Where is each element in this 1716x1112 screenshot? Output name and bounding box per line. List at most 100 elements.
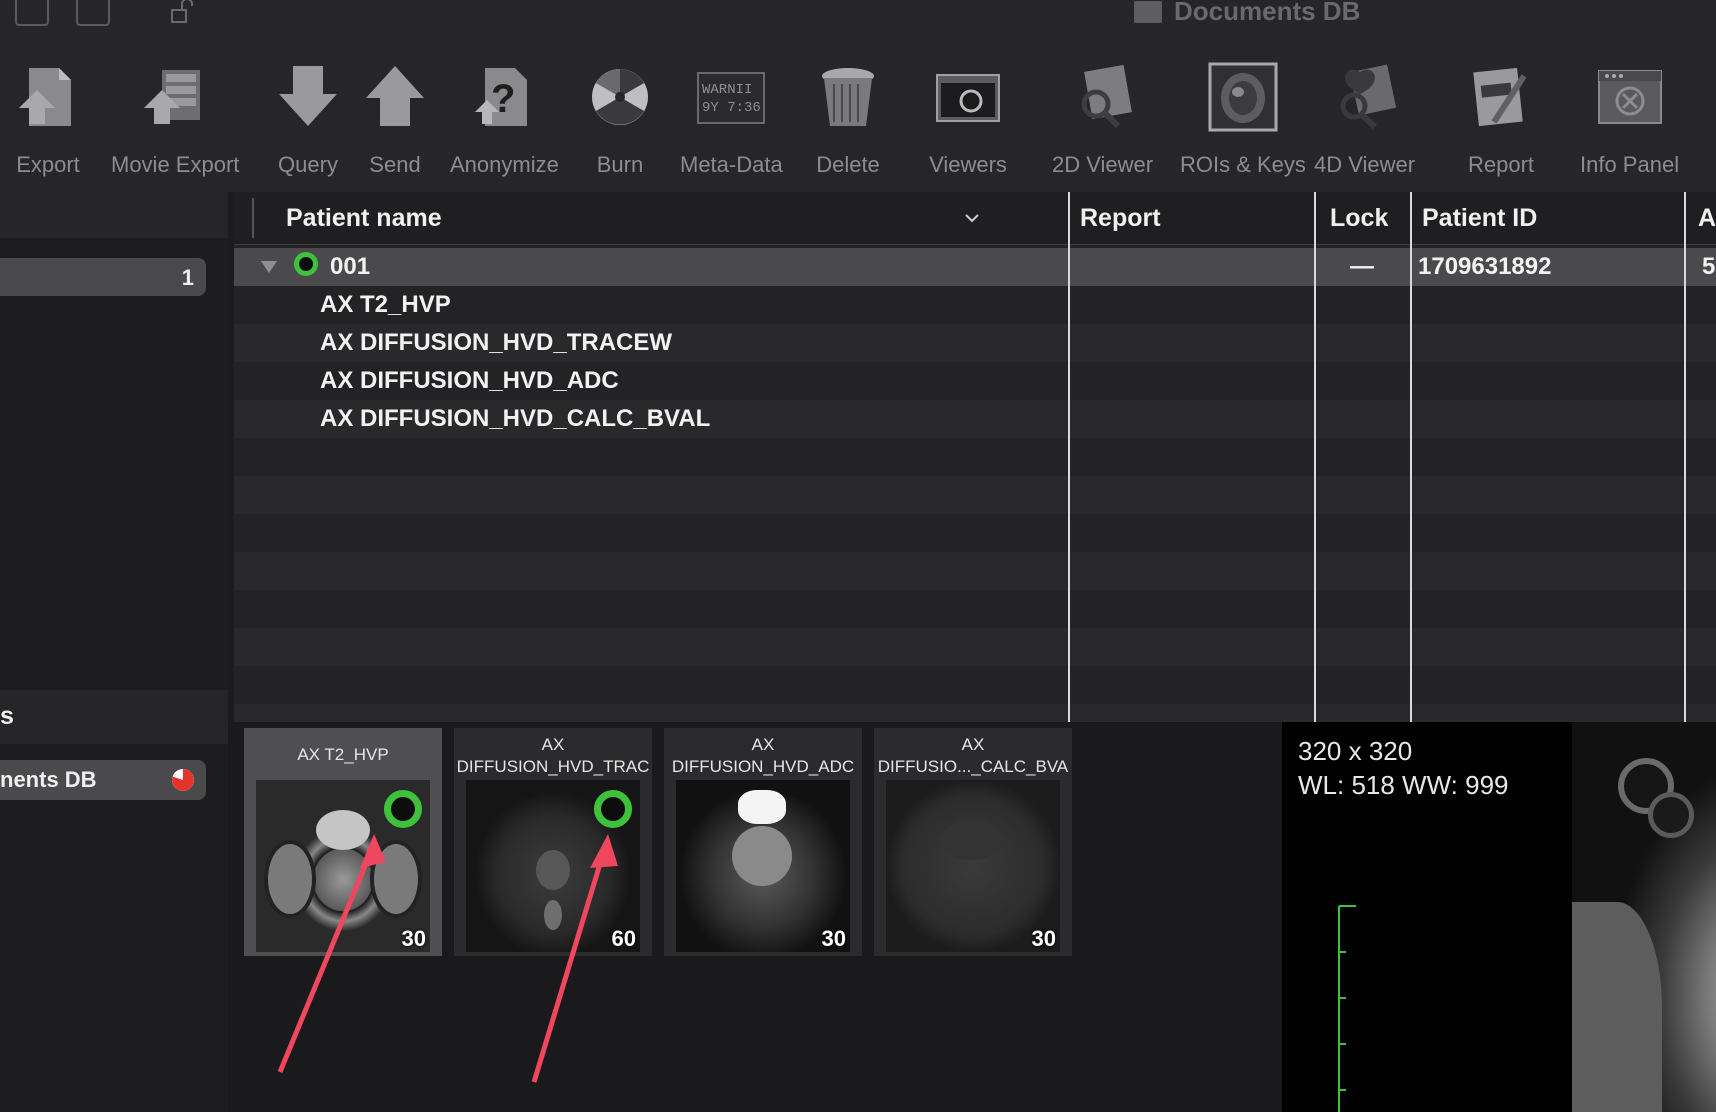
rois-keys-label: ROIs & Keys (1180, 152, 1306, 177)
patient-status-icon (294, 252, 318, 276)
table-row-empty (234, 552, 1716, 590)
table-row-empty (234, 666, 1716, 704)
query-label: Query (278, 152, 338, 177)
preview-window-level: WL: 518 WW: 999 (1298, 770, 1509, 800)
header-divider (252, 198, 254, 238)
layout-bottom-pane-icon[interactable] (15, 0, 49, 26)
sidebar: 1 s nents DB (0, 192, 228, 1112)
patient-id: 1709631892 (1418, 253, 1552, 280)
meta-data-icon-line2: 9Y 7:36 (702, 100, 761, 116)
table-row-empty (234, 704, 1716, 722)
annotation-arrow (277, 843, 377, 1073)
2d-viewer-label: 2D Viewer (1052, 152, 1154, 177)
movie-export-icon (135, 56, 215, 138)
column-report[interactable]: Report (1080, 192, 1161, 244)
rois-keys-icon (1203, 56, 1283, 138)
export-button[interactable]: Export (8, 56, 88, 186)
column-divider[interactable] (1068, 192, 1070, 722)
viewers-icon (928, 56, 1008, 138)
delete-label: Delete (816, 152, 880, 177)
movie-export-label: Movie Export (111, 152, 240, 177)
sidebar-item-album[interactable]: 1 (0, 258, 206, 296)
table-row-series[interactable]: AX DIFFUSION_HVD_ADC (234, 362, 1716, 400)
activity-pie-icon (172, 769, 194, 791)
table-row-empty (234, 476, 1716, 514)
column-lock[interactable]: Lock (1330, 192, 1388, 244)
svg-text:?: ? (491, 77, 515, 121)
sources-header-label: s (0, 702, 14, 730)
table-row-empty (234, 590, 1716, 628)
annotation-arrow-head (360, 834, 386, 868)
info-panel-icon (1590, 56, 1670, 138)
albums-header (0, 192, 228, 238)
rois-keys-button[interactable]: ROIs & Keys (1180, 56, 1306, 186)
table-row-empty (234, 628, 1716, 666)
database-icon (1134, 0, 1162, 23)
patient-name: 001 (330, 253, 371, 280)
column-divider[interactable] (1314, 192, 1316, 722)
anonymize-button[interactable]: ? Anonymize (450, 56, 559, 186)
disclosure-triangle-icon[interactable] (260, 260, 278, 274)
2d-viewer-button[interactable]: 2D Viewer (1052, 56, 1153, 186)
column-patient-id[interactable]: Patient ID (1422, 192, 1537, 244)
trash-icon (808, 56, 888, 138)
viewers-label: Viewers (929, 152, 1007, 177)
send-button[interactable]: Send (355, 56, 435, 186)
meta-data-label: Meta-Data (680, 152, 783, 177)
query-button[interactable]: Query (268, 56, 348, 186)
report-icon (1461, 56, 1541, 138)
scale-bar (1338, 905, 1356, 1112)
series-name: AX DIFFUSION_HVD_ADC (320, 367, 619, 394)
sort-chevron-icon[interactable] (964, 212, 980, 224)
sidebar-item-documents-db[interactable]: nents DB (0, 760, 206, 800)
unlock-icon[interactable] (170, 0, 196, 24)
column-patient-name[interactable]: Patient name (264, 192, 1064, 244)
patient-next-value: 5 (1702, 253, 1716, 280)
layout-side-pane-icon[interactable] (76, 0, 110, 26)
export-label: Export (16, 152, 80, 177)
table-row-patient[interactable]: 001 — 1709631892 5 (234, 248, 1716, 286)
delete-button[interactable]: Delete (808, 56, 888, 186)
column-divider[interactable] (1410, 192, 1412, 722)
table-row-series[interactable]: AX DIFFUSION_HVD_TRACEW (234, 324, 1716, 362)
viewers-button[interactable]: Viewers (928, 56, 1008, 186)
anonymize-icon: ? (464, 56, 544, 138)
movie-export-button[interactable]: Movie Export (111, 56, 239, 186)
patient-lock: — (1350, 253, 1374, 280)
send-label: Send (369, 152, 421, 177)
meta-data-button[interactable]: WARNII 9Y 7:36 Meta-Data (680, 56, 783, 186)
burn-icon (580, 56, 660, 138)
preview-matrix: 320 x 320 (1298, 736, 1413, 766)
info-panel-button[interactable]: Info Panel (1580, 56, 1679, 186)
4d-viewer-icon (1325, 56, 1405, 138)
report-label: Report (1467, 152, 1535, 177)
image-preview[interactable]: 320 x 320 WL: 518 WW: 999 (1282, 722, 1716, 1112)
4d-viewer-button[interactable]: 4D Viewer (1314, 56, 1415, 186)
table-row-series[interactable]: AX T2_HVP (234, 286, 1716, 324)
study-table: Patient name Report Lock Patient ID A 00… (234, 192, 1716, 722)
series-name: AX T2_HVP (320, 291, 451, 318)
burn-label: Burn (596, 152, 644, 177)
meta-data-icon: WARNII 9Y 7:36 (691, 56, 771, 138)
2d-viewer-icon (1063, 56, 1143, 138)
annotation-arrow-head (590, 834, 618, 868)
burn-button[interactable]: Burn (580, 56, 660, 186)
column-patient-name-label: Patient name (286, 204, 442, 232)
table-row-series[interactable]: AX DIFFUSION_HVD_CALC_BVAL (234, 400, 1716, 438)
sources-header: s (0, 690, 228, 744)
source-label: nents DB (0, 767, 97, 792)
series-thumbnails: AX T2_HVP 30 AX DIFFUSION_HVD_TRAC 60 AX… (228, 722, 1282, 1112)
column-next[interactable]: A (1698, 192, 1716, 244)
preview-info: 320 x 320 WL: 518 WW: 999 (1298, 734, 1509, 802)
series-name: AX DIFFUSION_HVD_TRACEW (320, 329, 673, 356)
toolbar: Documents DB Export Movie Export Query S… (0, 0, 1716, 192)
meta-data-icon-line1: WARNII (702, 82, 752, 98)
anonymize-label: Anonymize (450, 152, 559, 177)
4d-viewer-label: 4D Viewer (1314, 152, 1416, 177)
column-divider[interactable] (1684, 192, 1686, 722)
album-count: 1 (181, 265, 194, 290)
query-icon (268, 56, 348, 138)
annotation-arrow (531, 843, 609, 1083)
annotation-arrows (277, 834, 618, 1083)
report-button[interactable]: Report (1461, 56, 1541, 186)
